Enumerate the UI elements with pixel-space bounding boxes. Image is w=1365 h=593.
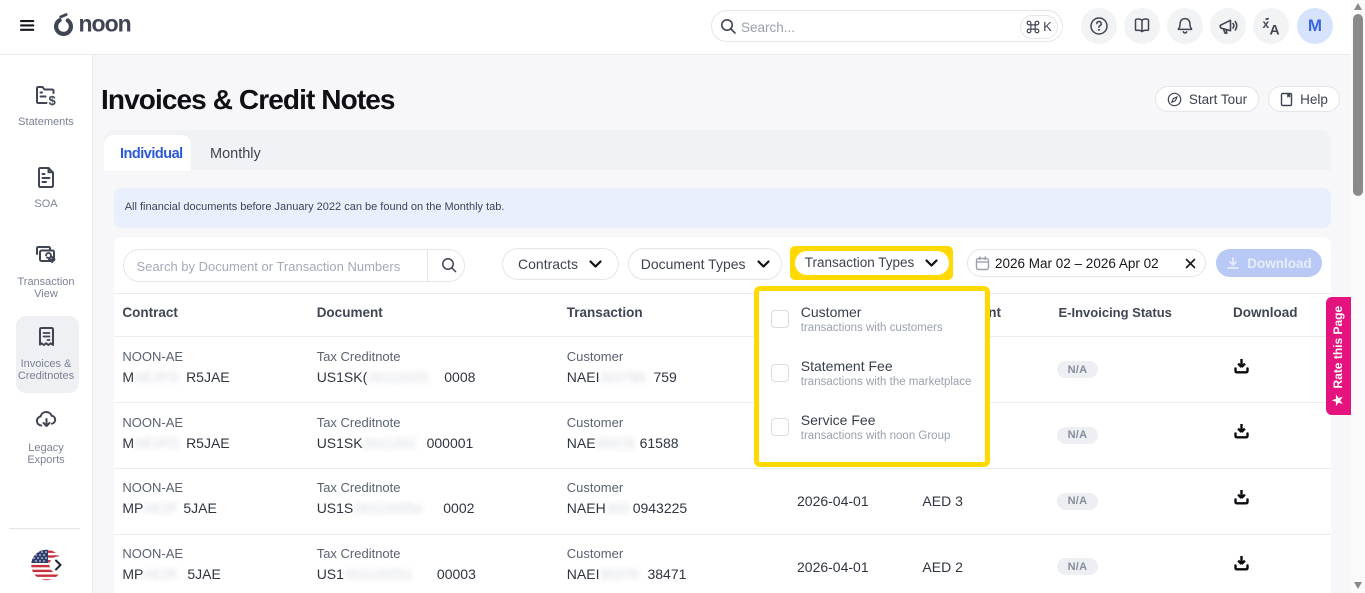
svg-text:noon: noon <box>79 11 131 37</box>
svg-text:$: $ <box>49 93 57 107</box>
svg-text:A: A <box>1270 22 1280 38</box>
